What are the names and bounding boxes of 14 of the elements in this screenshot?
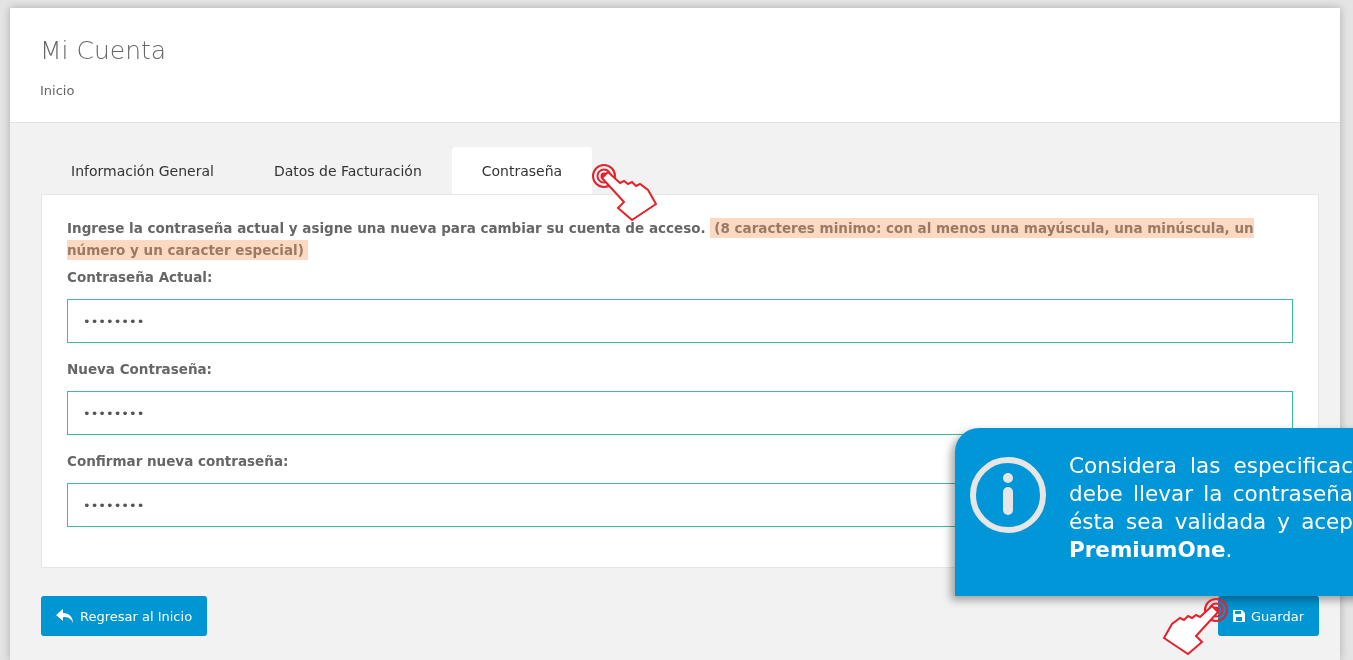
info-icon: [969, 456, 1047, 534]
tab[interactable]: Contraseña: [451, 147, 593, 194]
password-field[interactable]: ••••••••: [67, 299, 1293, 343]
breadcrumb-link[interactable]: Inicio: [40, 83, 75, 98]
password-field[interactable]: ••••••••: [67, 391, 1293, 435]
instruction-text: Ingrese la contraseña actual y asigne una nueva para cambiar su cuenta de acceso.: [67, 220, 706, 236]
page-title: Mi Cuenta: [40, 36, 168, 65]
reply-arrow-icon: [56, 608, 74, 624]
field-label: Confirmar nueva contraseña:: [67, 453, 289, 469]
field-label: Nueva Contraseña:: [67, 361, 212, 377]
field-label: Contraseña Actual:: [67, 269, 213, 285]
tab[interactable]: Datos de Facturación: [243, 147, 452, 194]
tab[interactable]: Información General: [41, 147, 244, 194]
hand-pointer-icon: [1160, 598, 1230, 656]
